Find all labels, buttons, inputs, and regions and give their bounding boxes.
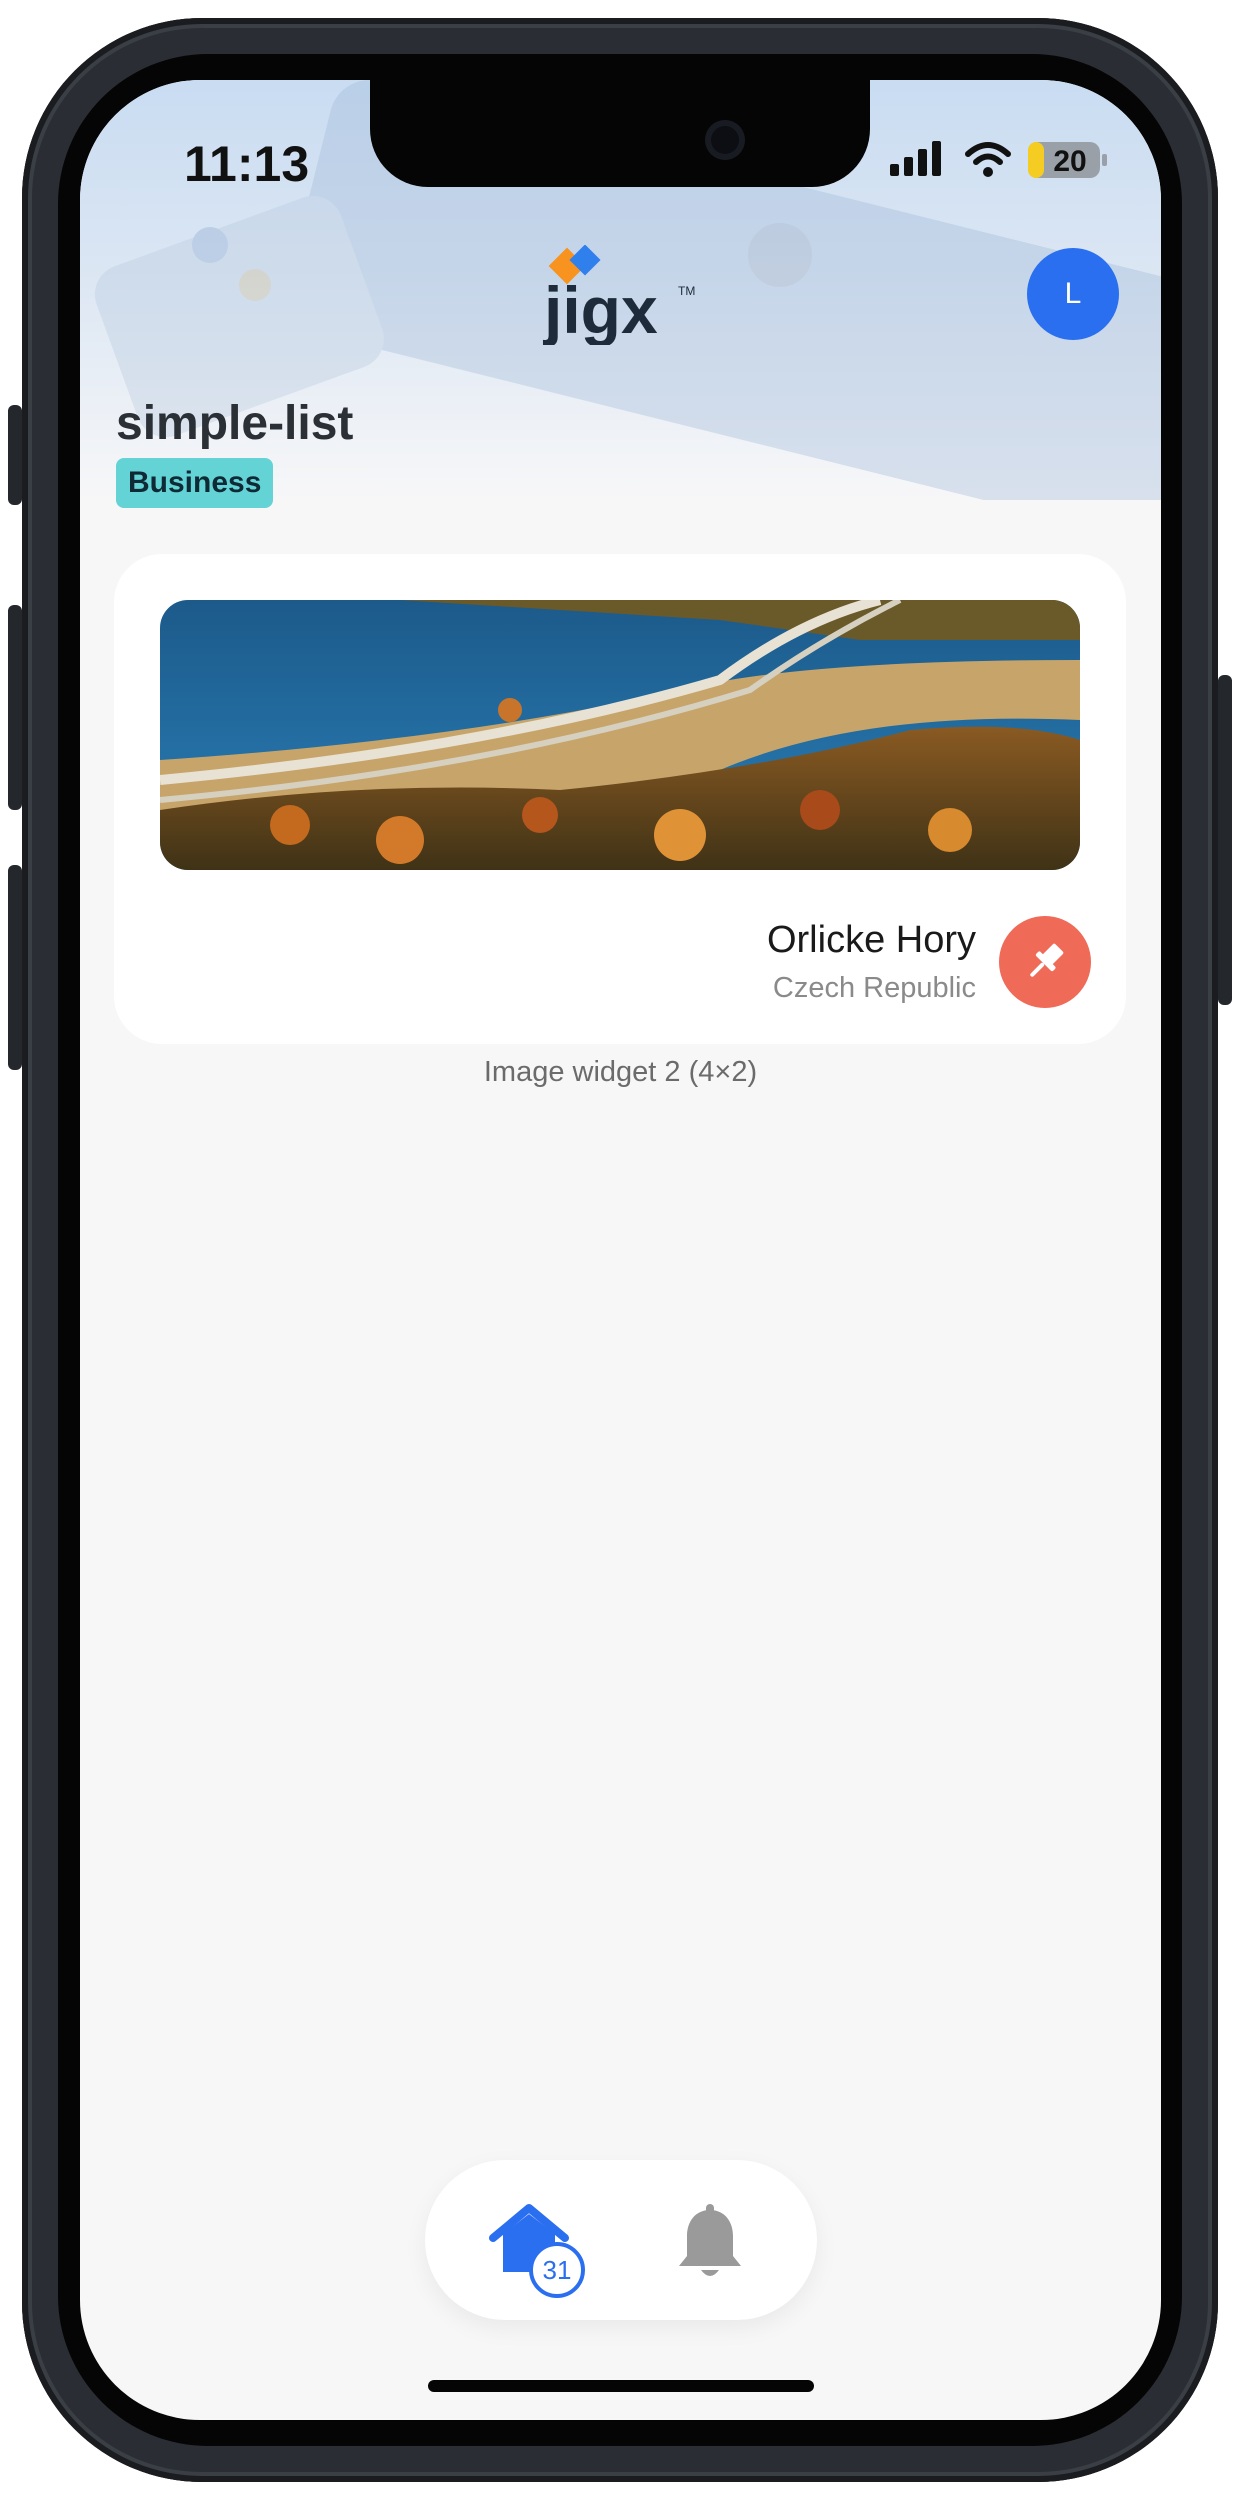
logo-mark-icon: jigx TM — [542, 245, 695, 345]
widget-caption: Image widget 2 (4×2) — [483, 1056, 758, 1088]
home-count: 31 — [542, 2254, 572, 2285]
status-time: 11:13 — [184, 136, 310, 192]
status-icons: 20 — [890, 141, 1107, 178]
badge-label: Business — [128, 466, 262, 499]
bottom-tab-bar: 31 — [425, 2160, 817, 2320]
bell-icon — [679, 2204, 741, 2276]
svg-text:jigx: jigx — [542, 273, 658, 345]
volume-up-button — [8, 605, 22, 810]
notch — [370, 80, 870, 187]
volume-down-button — [8, 865, 22, 1070]
pin-icon — [1030, 943, 1064, 977]
front-camera — [705, 120, 745, 160]
signal-icon — [890, 141, 941, 176]
card-subtitle: Czech Republic — [772, 972, 976, 1004]
tab-notifications[interactable] — [675, 2204, 745, 2284]
action-button — [8, 405, 22, 505]
landscape-image — [160, 600, 1080, 870]
svg-text:TM: TM — [678, 284, 695, 298]
image-widget-card[interactable]: Orlicke Hory Czech Republic — [114, 554, 1126, 1044]
battery-level-text: 20 — [1053, 145, 1086, 178]
pin-button[interactable] — [999, 916, 1091, 1008]
page-title: simple-list — [116, 397, 354, 450]
power-button — [1218, 675, 1232, 1005]
home-count-badge: 31 — [529, 2242, 585, 2298]
card-title: Orlicke Hory — [766, 919, 976, 961]
category-badge: Business — [116, 458, 274, 508]
tab-home[interactable]: 31 — [489, 2202, 585, 2298]
home-indicator[interactable] — [428, 2380, 814, 2392]
app-screen: 11:13 20 jigx TM L simple-list Business … — [80, 80, 1161, 2420]
avatar-initial: L — [1064, 277, 1082, 310]
jigx-logo: jigx TM — [540, 245, 700, 345]
wifi-icon — [965, 142, 1011, 177]
avatar[interactable]: L — [1027, 248, 1119, 340]
